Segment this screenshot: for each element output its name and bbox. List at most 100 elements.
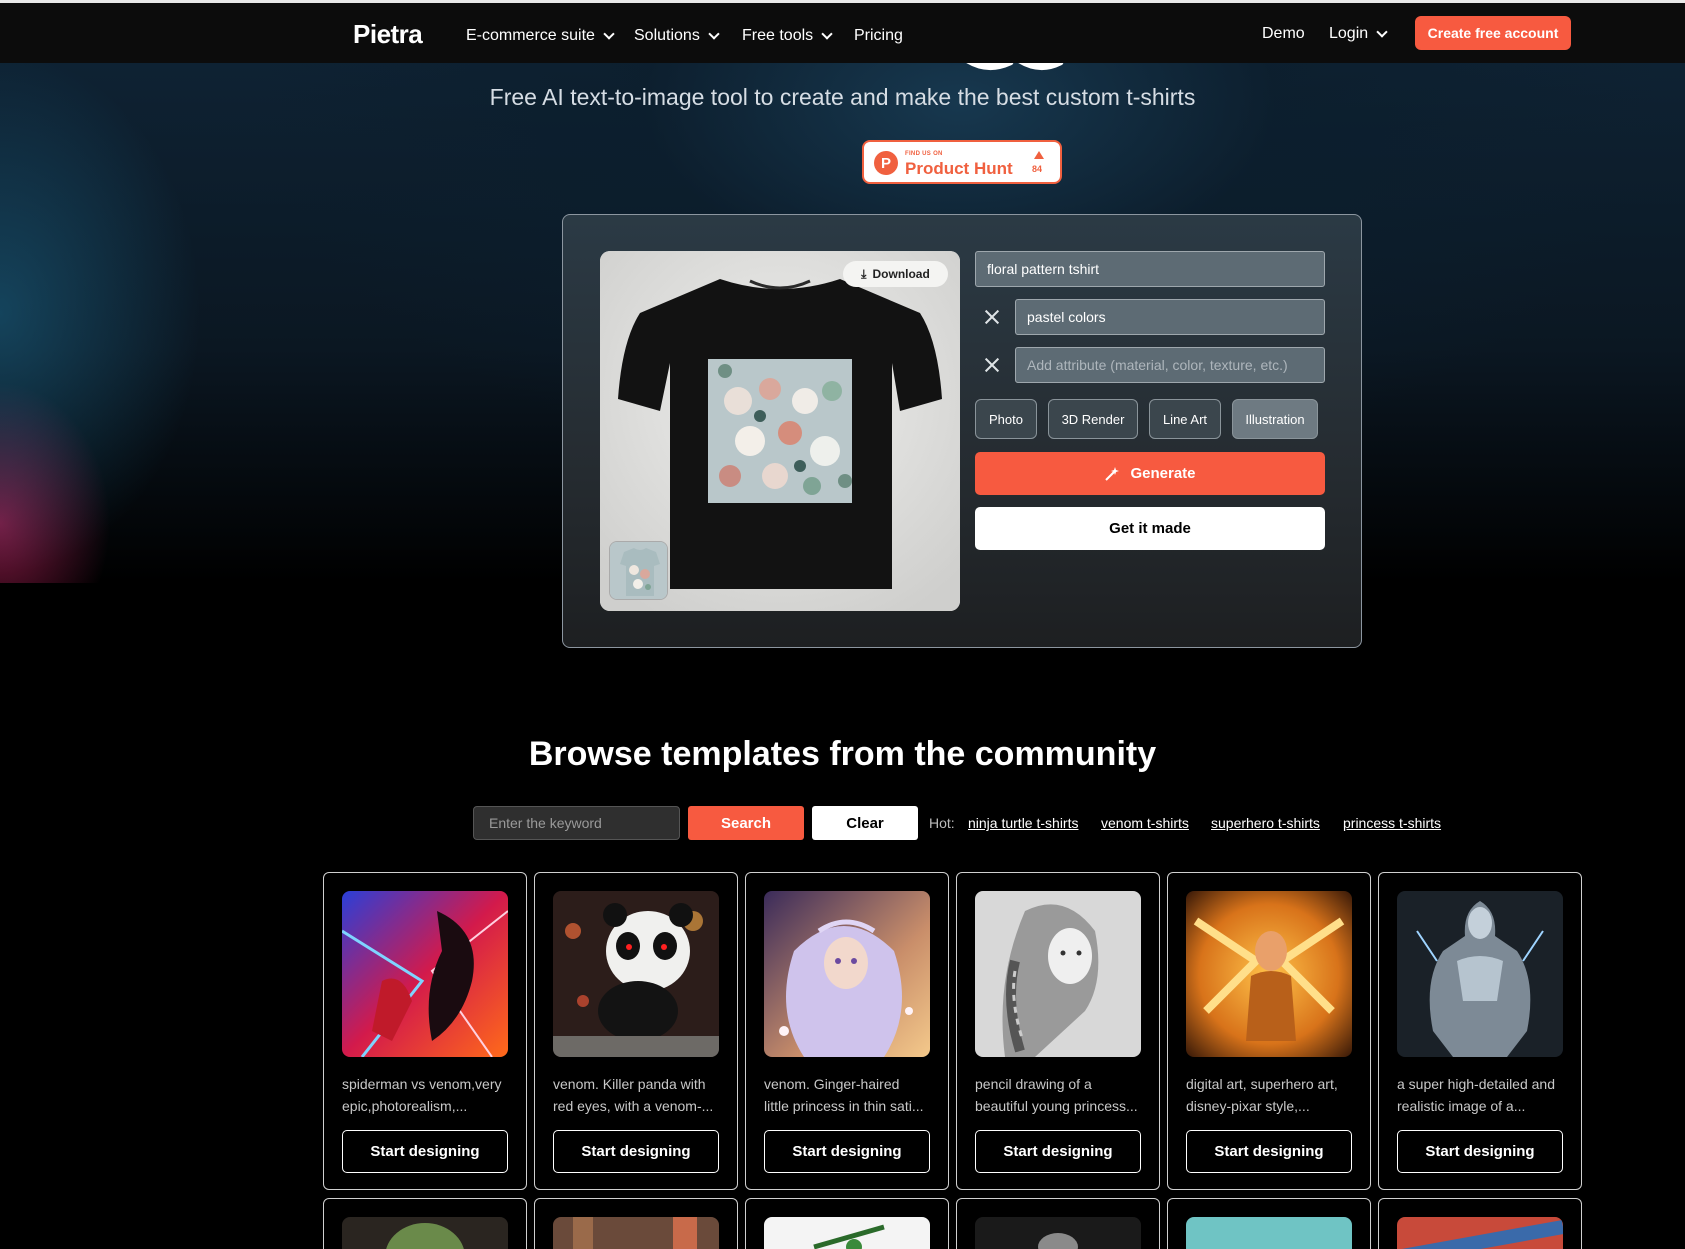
nav-login[interactable]: Login <box>1329 25 1388 43</box>
product-hunt-name: Product Hunt <box>905 159 1013 178</box>
template-image-ninja-green[interactable] <box>764 1217 930 1249</box>
template-description-line: digital art, superhero art, <box>1186 1076 1338 1092</box>
template-graphic <box>342 1217 508 1249</box>
nav-pricing-label: Pricing <box>854 27 903 44</box>
start-designing-button[interactable]: Start designing <box>553 1130 719 1173</box>
template-graphic <box>975 891 1141 1057</box>
chevron-down-icon <box>821 27 833 40</box>
template-graphic <box>1186 891 1352 1057</box>
nav-demo-label: Demo <box>1262 25 1305 42</box>
template-image-spiderman-venom[interactable] <box>342 891 508 1057</box>
template-card[interactable] <box>1167 1198 1371 1249</box>
magic-wand-icon <box>1105 466 1120 481</box>
template-card[interactable] <box>745 1198 949 1249</box>
pietra-logo[interactable]: Pietra <box>353 19 423 50</box>
template-image-teal[interactable] <box>1186 1217 1352 1249</box>
style-photo-button[interactable]: Photo <box>975 399 1037 439</box>
template-image-dark-hero[interactable] <box>975 1217 1141 1249</box>
product-hunt-icon: P <box>874 151 898 175</box>
template-image-comic-hero[interactable] <box>1397 1217 1563 1249</box>
nav-ecommerce-suite[interactable]: E-commerce suite <box>466 27 615 45</box>
generate-button[interactable]: Generate <box>975 452 1325 495</box>
keyword-search-input[interactable]: Enter the keyword <box>473 806 680 840</box>
template-image-panda[interactable] <box>553 891 719 1057</box>
template-image-city[interactable] <box>553 1217 719 1249</box>
start-designing-button[interactable]: Start designing <box>1186 1130 1352 1173</box>
hot-label: Hot: <box>929 815 955 831</box>
attribute-input-pastel-colors[interactable]: pastel colors <box>1015 299 1325 335</box>
start-designing-button[interactable]: Start designing <box>764 1130 930 1173</box>
template-card[interactable]: venom. Ginger-haired little princess in … <box>745 872 949 1190</box>
template-description: a super high-detailed and realistic imag… <box>1397 1073 1567 1117</box>
thumbnail-image[interactable] <box>609 541 668 600</box>
template-image-armored-hero[interactable] <box>1397 891 1563 1057</box>
search-button[interactable]: Search <box>688 806 804 840</box>
style-illustration-button[interactable]: Illustration <box>1232 399 1318 439</box>
template-graphic <box>764 1217 930 1249</box>
nav-login-label: Login <box>1329 25 1369 42</box>
template-graphic <box>975 1217 1141 1249</box>
template-card[interactable]: pencil drawing of a beautiful young prin… <box>956 872 1160 1190</box>
template-description-line: epic,photorealism,... <box>342 1098 468 1114</box>
upvote-arrow-icon <box>1034 151 1044 159</box>
template-image-ninja-turtle[interactable] <box>342 1217 508 1249</box>
template-card[interactable] <box>1378 1198 1582 1249</box>
template-card[interactable]: spiderman vs venom,very epic,photorealis… <box>323 872 527 1190</box>
template-description: venom. Killer panda with red eyes, with … <box>553 1073 723 1117</box>
template-description-line: a super high-detailed and <box>1397 1076 1556 1092</box>
hot-link-superhero[interactable]: superhero t-shirts <box>1211 815 1320 831</box>
nav-demo[interactable]: Demo <box>1262 25 1305 43</box>
generate-label: Generate <box>1130 465 1196 482</box>
nav-free-tools[interactable]: Free tools <box>742 27 833 45</box>
template-card[interactable]: a super high-detailed and realistic imag… <box>1378 872 1582 1190</box>
get-it-made-button[interactable]: Get it made <box>975 507 1325 550</box>
template-card[interactable] <box>956 1198 1160 1249</box>
product-hunt-badge[interactable]: P FIND US ON Product Hunt 84 <box>862 140 1062 184</box>
remove-attribute-icon[interactable] <box>983 308 1001 326</box>
create-free-account-button[interactable]: Create free account <box>1415 16 1571 50</box>
template-graphic <box>764 891 930 1057</box>
template-image-superhero-art[interactable] <box>1186 891 1352 1057</box>
start-designing-button[interactable]: Start designing <box>342 1130 508 1173</box>
style-line-art-button[interactable]: Line Art <box>1149 399 1221 439</box>
top-navbar: Pietra E-commerce suite Solutions Free t… <box>0 3 1685 63</box>
template-description-line: little princess in thin sati... <box>764 1098 924 1114</box>
start-designing-button[interactable]: Start designing <box>975 1130 1141 1173</box>
nav-pricing[interactable]: Pricing <box>854 27 903 45</box>
tshirt-preview: ⤓ Download <box>600 251 960 611</box>
template-description-line: venom. Ginger-haired <box>764 1076 900 1092</box>
download-label: Download <box>872 267 930 281</box>
product-hunt-count: 84 <box>1032 164 1043 174</box>
template-graphic <box>553 1217 719 1249</box>
template-image-pencil-princess[interactable] <box>975 891 1141 1057</box>
style-3d-render-button[interactable]: 3D Render <box>1048 399 1138 439</box>
hot-link-ninja-turtle[interactable]: ninja turtle t-shirts <box>968 815 1078 831</box>
product-hunt-small-text: FIND US ON <box>905 151 943 157</box>
chevron-down-icon <box>1376 25 1388 38</box>
download-button[interactable]: ⤓ Download <box>843 261 948 287</box>
template-card[interactable] <box>534 1198 738 1249</box>
browse-title: Browse templates from the community <box>528 735 1157 773</box>
clear-button[interactable]: Clear <box>812 806 918 840</box>
add-attribute-input[interactable]: Add attribute (material, color, texture,… <box>1015 347 1325 383</box>
template-description: spiderman vs venom,very epic,photorealis… <box>342 1073 512 1117</box>
nav-solutions[interactable]: Solutions <box>634 27 720 45</box>
hot-link-princess[interactable]: princess t-shirts <box>1343 815 1441 831</box>
hot-link-venom[interactable]: venom t-shirts <box>1101 815 1189 831</box>
thumbnail-graphic <box>610 542 667 599</box>
download-icon: ⤓ <box>861 266 867 281</box>
prompt-input[interactable]: floral pattern tshirt <box>975 251 1325 287</box>
template-graphic <box>553 891 719 1057</box>
template-card[interactable] <box>323 1198 527 1249</box>
template-description-line: venom. Killer panda with <box>553 1076 706 1092</box>
template-description-line: spiderman vs venom,very <box>342 1076 502 1092</box>
template-description-line: realistic image of a... <box>1397 1098 1526 1114</box>
template-image-princess[interactable] <box>764 891 930 1057</box>
nav-free-tools-label: Free tools <box>742 27 814 44</box>
template-card[interactable]: venom. Killer panda with red eyes, with … <box>534 872 738 1190</box>
chevron-down-icon <box>708 27 720 40</box>
remove-attribute-icon[interactable] <box>983 356 1001 374</box>
start-designing-button[interactable]: Start designing <box>1397 1130 1563 1173</box>
template-description-line: red eyes, with a venom-... <box>553 1098 714 1114</box>
template-card[interactable]: digital art, superhero art, disney-pixar… <box>1167 872 1371 1190</box>
